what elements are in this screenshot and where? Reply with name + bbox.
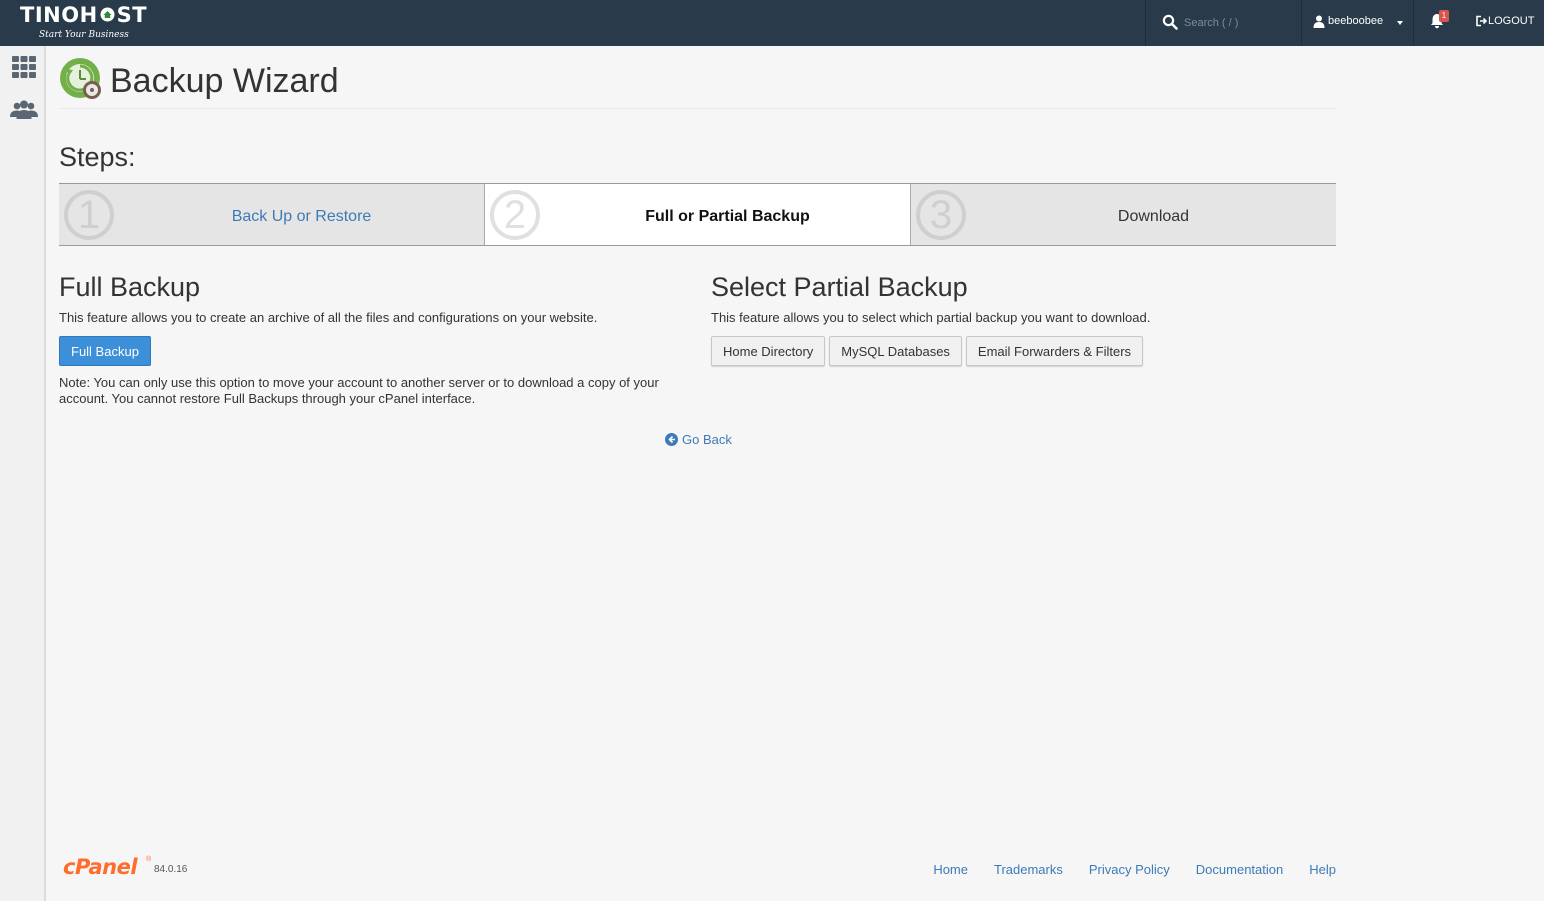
go-back-link[interactable]: Go Back (665, 432, 732, 447)
arrow-left-circle-icon (665, 433, 678, 446)
partial-backup-title: Select Partial Backup (711, 272, 968, 302)
footer-link-help[interactable]: Help (1309, 862, 1336, 877)
step-download: 3 Download (911, 184, 1336, 245)
logo-wordmark: TINOH ST (20, 3, 148, 27)
rail-users-button[interactable] (9, 98, 39, 126)
cpanel-wordmark: cPanel (63, 855, 138, 879)
wizard-steps: 1 Back Up or Restore 2 Full or Partial B… (59, 183, 1336, 246)
logout-button[interactable]: LOGOUT (1465, 0, 1544, 46)
search-input[interactable] (1184, 14, 1289, 32)
step-backup-or-restore[interactable]: 1 Back Up or Restore (59, 184, 485, 245)
step-number-badge: 3 (916, 190, 966, 240)
logout-icon (1476, 15, 1487, 27)
full-backup-title: Full Backup (59, 272, 201, 302)
left-rail (0, 46, 46, 901)
registered-mark-icon: ® (146, 856, 152, 863)
page-header: Backup Wizard (59, 46, 1336, 109)
page-title: Backup Wizard (110, 62, 339, 100)
cpanel-logo: cPanel ® (63, 855, 153, 881)
step-label: Full or Partial Backup (645, 208, 810, 225)
full-backup-button[interactable]: Full Backup (59, 336, 151, 366)
footer-links: Home Trademarks Privacy Policy Documenta… (933, 862, 1336, 877)
step-number-badge: 1 (64, 190, 114, 240)
partial-backup-description: This feature allows you to select which … (711, 310, 1151, 325)
footer-link-trademarks[interactable]: Trademarks (994, 862, 1063, 877)
logo-house-o-icon (100, 7, 115, 22)
partial-backup-buttons: Home Directory MySQL Databases Email For… (711, 336, 1144, 366)
chevron-down-icon (1397, 21, 1403, 25)
step-label: Download (1117, 208, 1190, 225)
tinohost-logo[interactable]: TINOH ST Start Your Business (20, 3, 150, 43)
step-number-badge: 2 (490, 190, 540, 240)
top-bar: TINOHST Start Your Business beeboobee 1 … (0, 0, 1544, 46)
users-icon (10, 100, 38, 119)
full-backup-section: Full Backup This feature allows you to c… (59, 272, 689, 406)
email-forwarders-filters-button[interactable]: Email Forwarders & Filters (965, 336, 1144, 366)
full-backup-note: Note: You can only use this option to mo… (59, 375, 659, 406)
rail-tools-button[interactable] (9, 54, 39, 82)
search-box[interactable] (1146, 0, 1301, 46)
user-menu[interactable]: beeboobee (1302, 0, 1413, 46)
cpanel-version: 84.0.16 (154, 864, 188, 875)
footer-link-documentation[interactable]: Documentation (1196, 862, 1283, 877)
steps-heading: Steps: (59, 142, 136, 172)
step-full-or-partial-backup: 2 Full or Partial Backup (485, 184, 911, 245)
logout-label: LOGOUT (1488, 15, 1535, 27)
user-icon (1313, 15, 1325, 28)
backup-wizard-icon (60, 58, 101, 99)
footer-link-home[interactable]: Home (933, 862, 968, 877)
step-label[interactable]: Back Up or Restore (119, 208, 484, 226)
home-directory-button[interactable]: Home Directory (711, 336, 826, 366)
notification-count-badge: 1 (1439, 10, 1449, 22)
partial-backup-section: Select Partial Backup This feature allow… (711, 272, 1336, 366)
go-back-label: Go Back (682, 432, 732, 447)
username-label: beeboobee (1328, 15, 1384, 27)
notifications-button[interactable]: 1 (1414, 0, 1464, 46)
grid-apps-icon (12, 56, 36, 78)
logo-tagline: Start Your Business (39, 30, 129, 40)
footer-link-privacy-policy[interactable]: Privacy Policy (1089, 862, 1170, 877)
full-backup-description: This feature allows you to create an arc… (59, 310, 598, 325)
search-icon (1162, 14, 1178, 30)
mysql-databases-button[interactable]: MySQL Databases (829, 336, 962, 366)
